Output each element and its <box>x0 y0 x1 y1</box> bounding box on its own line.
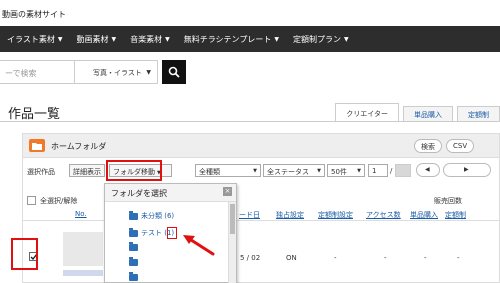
highlight-box-move-button <box>106 160 162 181</box>
nav-item-illustrations[interactable]: イラスト素材 ▼ <box>0 34 69 45</box>
column-fixed-rate[interactable]: 定額制 <box>445 210 466 220</box>
column-no[interactable]: No. <box>75 210 87 218</box>
search-bar: ーで検索 写真・イラスト ▼ <box>0 60 500 84</box>
row-single-purchase: - <box>424 254 427 262</box>
page-number-input[interactable]: 1 <box>368 164 388 177</box>
tabs-divider <box>0 121 500 122</box>
column-fixed-rate-setting[interactable]: 定額制設定 <box>318 210 353 220</box>
per-page-select[interactable]: 50件 ▼ <box>327 164 365 177</box>
arrow-right-icon: ▶ <box>464 166 469 173</box>
caret-down-icon: ▼ <box>274 35 279 43</box>
folder-icon <box>129 227 138 237</box>
search-category-select[interactable]: 写真・イラスト ▼ <box>74 60 158 84</box>
folder-title: ホームフォルダ <box>51 142 107 151</box>
highlight-box-row-checkbox <box>11 238 38 270</box>
selection-toolbar: 選択作品 詳細表示 フォルダ移動 ▼ 全種類 ▼ 全ステータス ▼ 50件 ▼ 1 / … <box>23 160 499 181</box>
prev-page-button[interactable]: ◀ <box>416 163 440 177</box>
works-panel: ホームフォルダ 検索 CSV 選択作品 詳細表示 フォルダ移動 ▼ 全種類 ▼ 全ス… <box>11 133 500 283</box>
select-all-checkbox[interactable] <box>27 196 36 205</box>
table-header: 全選択/解除 No. ード日 独占設定 定額制設定 アクセス数 販売回数 単品購… <box>23 191 499 221</box>
column-exclusive[interactable]: 独占設定 <box>276 210 304 220</box>
column-access[interactable]: アクセス数 <box>366 210 401 220</box>
nav-item-music[interactable]: 音楽素材 ▼ <box>123 34 177 45</box>
work-thumbnail[interactable] <box>63 232 103 266</box>
caret-down-icon: ▼ <box>253 168 257 174</box>
dropdown-header: フォルダを選択 × <box>105 184 236 202</box>
caret-down-icon: ▼ <box>343 35 349 43</box>
search-button-small[interactable]: 検索 <box>414 139 442 153</box>
column-single-purchase[interactable]: 単品購入 <box>410 210 438 220</box>
folder-icon <box>129 210 138 220</box>
caret-down-icon: ▼ <box>57 35 63 43</box>
table-row: 5 / 02 ON - - - - <box>11 224 499 283</box>
caret-down-icon: ▼ <box>111 35 117 43</box>
csv-button[interactable]: CSV <box>446 139 475 153</box>
search-button[interactable] <box>162 60 186 84</box>
status-filter-select[interactable]: 全ステータス ▼ <box>263 164 325 177</box>
search-icon <box>168 66 180 78</box>
site-title[interactable]: 動画の素材サイト <box>0 0 500 26</box>
select-all-label[interactable]: 全選択/解除 <box>40 196 77 206</box>
folder-icon <box>129 242 138 251</box>
folder-bar: ホームフォルダ 検索 CSV <box>23 134 499 158</box>
column-upload-date[interactable]: ード日 <box>239 210 260 220</box>
caret-down-icon: ▼ <box>165 35 170 43</box>
page-total: / <box>390 167 393 175</box>
folder-item[interactable] <box>129 272 141 281</box>
caret-down-icon: ▼ <box>357 168 361 174</box>
folder-item-uncategorized[interactable]: 未分類 (6) <box>129 210 174 221</box>
tab-fixed-rate[interactable]: 定額制 <box>457 106 500 121</box>
page-total-count <box>395 164 411 177</box>
nav-item-subscription[interactable]: 定額制プラン ▼ <box>286 34 356 45</box>
close-icon[interactable]: × <box>223 187 232 196</box>
dropdown-scrollbar[interactable] <box>228 202 236 283</box>
detail-view-button[interactable]: 詳細表示 <box>69 164 105 177</box>
row-exclusive[interactable]: ON <box>286 254 297 262</box>
row-access: - <box>384 254 387 262</box>
row-fixed-rate-setting: - <box>334 254 337 262</box>
row-fixed-rate: - <box>457 254 460 262</box>
folder-item[interactable] <box>129 242 141 251</box>
folder-select-dropdown: フォルダを選択 × 未分類 (6) テスト (1) <box>104 183 237 283</box>
tab-creator[interactable]: クリエイター <box>335 103 399 121</box>
tab-bar: クリエイター 単品購入 定額制 <box>331 103 500 121</box>
selected-works-label: 選択作品 <box>27 168 55 176</box>
row-upload-date: 5 / 02 <box>240 254 261 262</box>
page-title: 作品一覧 <box>8 107 61 122</box>
caret-down-icon: ▼ <box>317 168 321 174</box>
sales-count-group-label: 販売回数 <box>434 197 462 205</box>
tab-single-purchase[interactable]: 単品購入 <box>403 106 453 121</box>
annotation-arrow-icon <box>183 235 215 256</box>
scrollbar-thumb[interactable] <box>230 204 235 234</box>
folder-icon <box>32 142 42 150</box>
folder-toggle-button[interactable] <box>29 139 45 152</box>
folder-item[interactable] <box>129 257 141 266</box>
arrow-left-icon: ◀ <box>425 166 430 173</box>
global-nav: イラスト素材 ▼ 動画素材 ▼ 音楽素材 ▼ 無料チラシテンプレート ▼ 定額制プラン ▼ <box>0 26 500 52</box>
folder-icon <box>129 257 138 266</box>
folder-icon <box>129 272 138 281</box>
work-id-link[interactable] <box>63 270 103 276</box>
dropdown-title: フォルダを選択 <box>111 189 167 198</box>
nav-item-videos[interactable]: 動画素材 ▼ <box>69 34 123 45</box>
highlight-box-test-folder <box>167 227 177 239</box>
caret-down-icon: ▼ <box>146 69 151 76</box>
search-input[interactable]: ーで検索 <box>0 60 74 84</box>
next-page-button[interactable]: ▶ <box>443 163 491 177</box>
type-filter-select[interactable]: 全種類 ▼ <box>195 164 261 177</box>
nav-item-flyer-templates[interactable]: 無料チラシテンプレート ▼ <box>177 34 286 45</box>
